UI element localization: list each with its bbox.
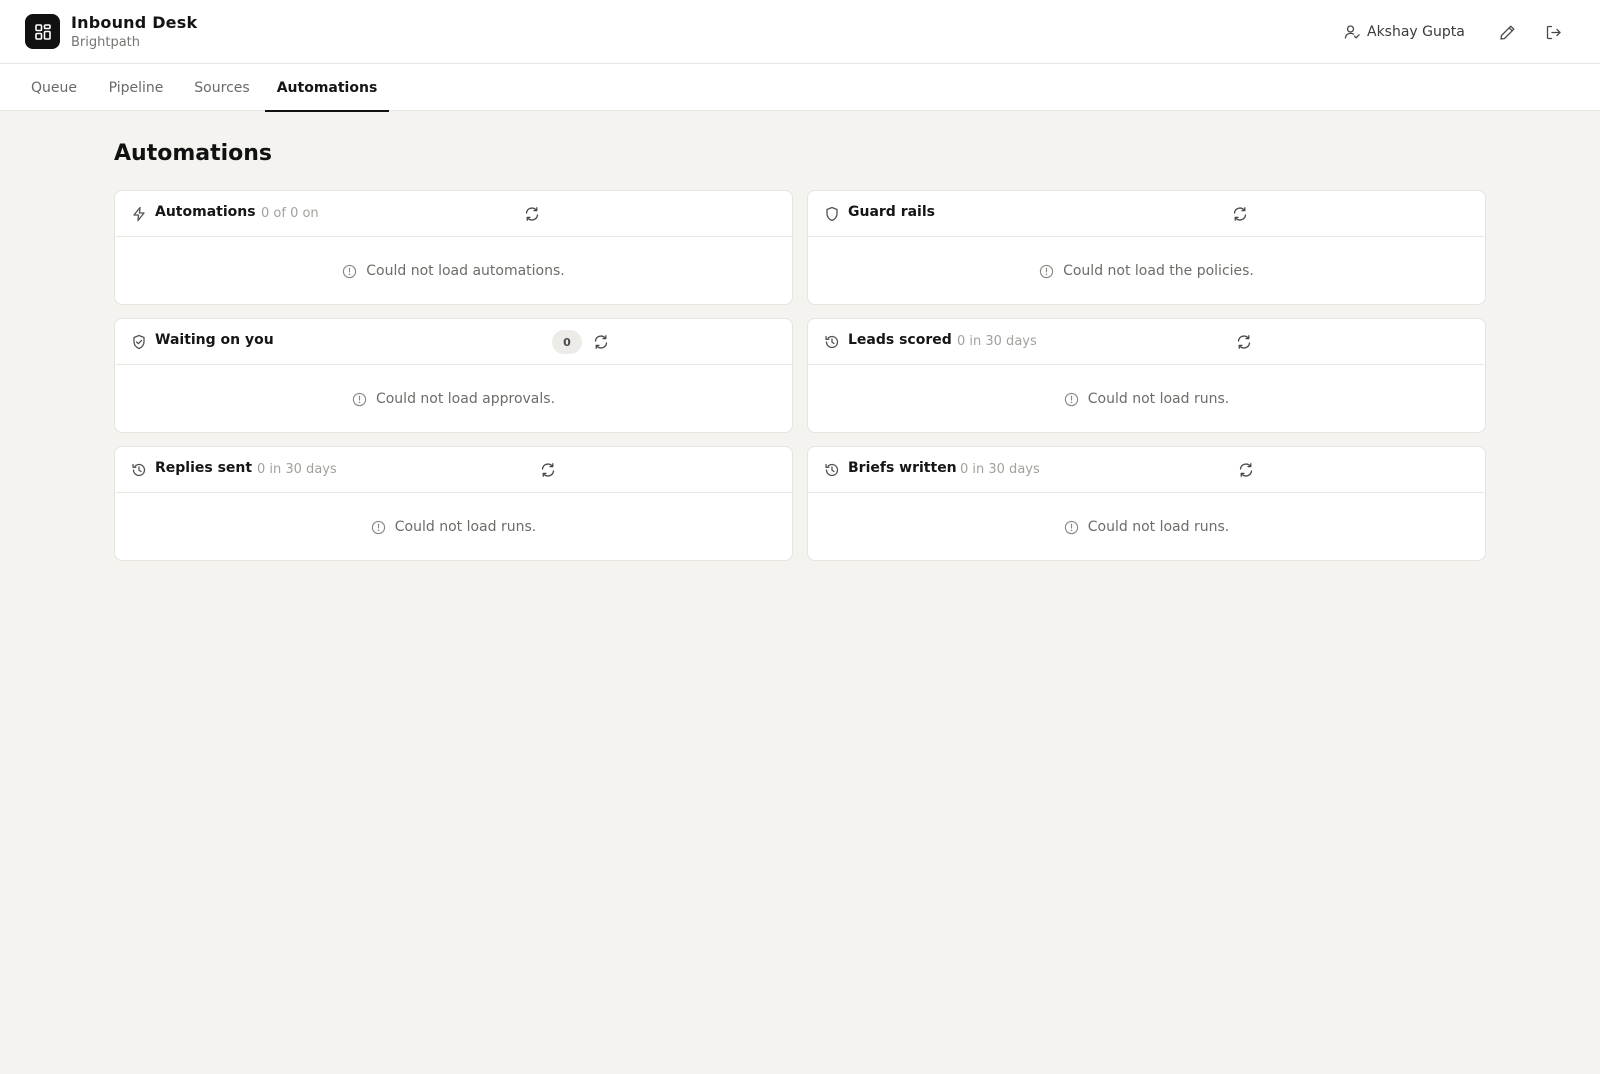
card-meta: 0 in 30 days [960,462,1040,477]
shield-check-icon [131,334,147,350]
card-title: Briefs written [848,460,957,476]
briefs-written-card: Briefs written 0 in 30 days Could not lo… [807,446,1486,561]
error-text: Could not load runs. [394,519,537,535]
user-icon [1344,24,1360,40]
edit-button[interactable] [1495,20,1519,44]
card-title: Leads scored [848,332,952,348]
tab-queue[interactable]: Queue [16,64,92,111]
refresh-button[interactable] [522,204,542,224]
waiting-on-you-card: Waiting on you 0 Could not load approval… [114,318,793,433]
card-meta: 0 in 30 days [257,462,337,477]
card-title: Waiting on you [155,332,274,348]
refresh-button[interactable] [538,460,558,480]
guard-rails-card: Guard rails Could not load the policies. [807,190,1486,305]
refresh-button[interactable] [591,332,611,352]
alert-circle-icon [1064,392,1079,407]
card-title: Guard rails [848,204,935,220]
user-menu[interactable]: Akshay Gupta [1344,22,1465,42]
error-text: Could not load the policies. [1063,263,1254,279]
card-header: Briefs written 0 in 30 days [808,447,1485,493]
card-title: Automations [155,204,256,220]
card-header: Waiting on you 0 [115,319,792,365]
shield-icon [824,206,840,222]
card-header: Guard rails [808,191,1485,237]
error-text: Could not load runs. [1087,519,1230,535]
page-title: Automations [114,141,273,166]
alert-circle-icon [371,520,386,535]
refresh-icon [541,463,555,477]
refresh-icon [1239,463,1253,477]
automations-card: Automations 0 of 0 on Could not load aut… [114,190,793,305]
sign-out-button[interactable] [1541,20,1565,44]
error-message: Could not load runs. [808,365,1485,433]
error-message: Could not load runs. [115,493,792,561]
refresh-icon [1237,335,1251,349]
card-title: Replies sent [155,460,253,476]
logout-icon [1545,24,1562,41]
card-meta: 0 of 0 on [261,206,319,221]
error-message: Could not load automations. [115,237,792,305]
tab-pipeline[interactable]: Pipeline [96,64,176,111]
app-subtitle: Brightpath [71,35,141,50]
error-message: Could not load runs. [808,493,1485,561]
app-title: Inbound Desk [71,13,198,32]
top-bar: Inbound Desk Brightpath Akshay Gupta [0,0,1600,64]
pencil-icon [1499,24,1516,41]
dashboard-grid-icon[interactable] [25,14,60,49]
alert-circle-icon [1039,264,1054,279]
lightning-icon [131,206,147,222]
refresh-icon [1233,207,1247,221]
history-icon [824,462,840,478]
history-icon [824,334,840,350]
error-message: Could not load approvals. [115,365,792,433]
error-message: Could not load the policies. [808,237,1485,305]
alert-circle-icon [1064,520,1079,535]
card-header: Automations 0 of 0 on [115,191,792,237]
replies-sent-card: Replies sent 0 in 30 days Could not load… [114,446,793,561]
alert-circle-icon [352,392,367,407]
refresh-button[interactable] [1230,204,1250,224]
card-header: Leads scored 0 in 30 days [808,319,1485,365]
error-text: Could not load automations. [366,263,565,279]
error-text: Could not load approvals. [375,391,556,407]
refresh-button[interactable] [1234,332,1254,352]
refresh-icon [594,335,608,349]
alert-circle-icon [342,264,357,279]
tab-automations[interactable]: Automations [265,64,389,112]
tab-bar: Queue Pipeline Sources Automations [0,64,1600,112]
tab-sources[interactable]: Sources [180,64,264,111]
history-icon [131,462,147,478]
refresh-icon [525,207,539,221]
card-header: Replies sent 0 in 30 days [115,447,792,493]
error-text: Could not load runs. [1087,391,1230,407]
user-name: Akshay Gupta [1367,24,1465,40]
refresh-button[interactable] [1236,460,1256,480]
card-meta: 0 in 30 days [957,334,1037,349]
pending-count-badge: 0 [552,330,582,354]
leads-scored-card: Leads scored 0 in 30 days Could not load… [807,318,1486,433]
